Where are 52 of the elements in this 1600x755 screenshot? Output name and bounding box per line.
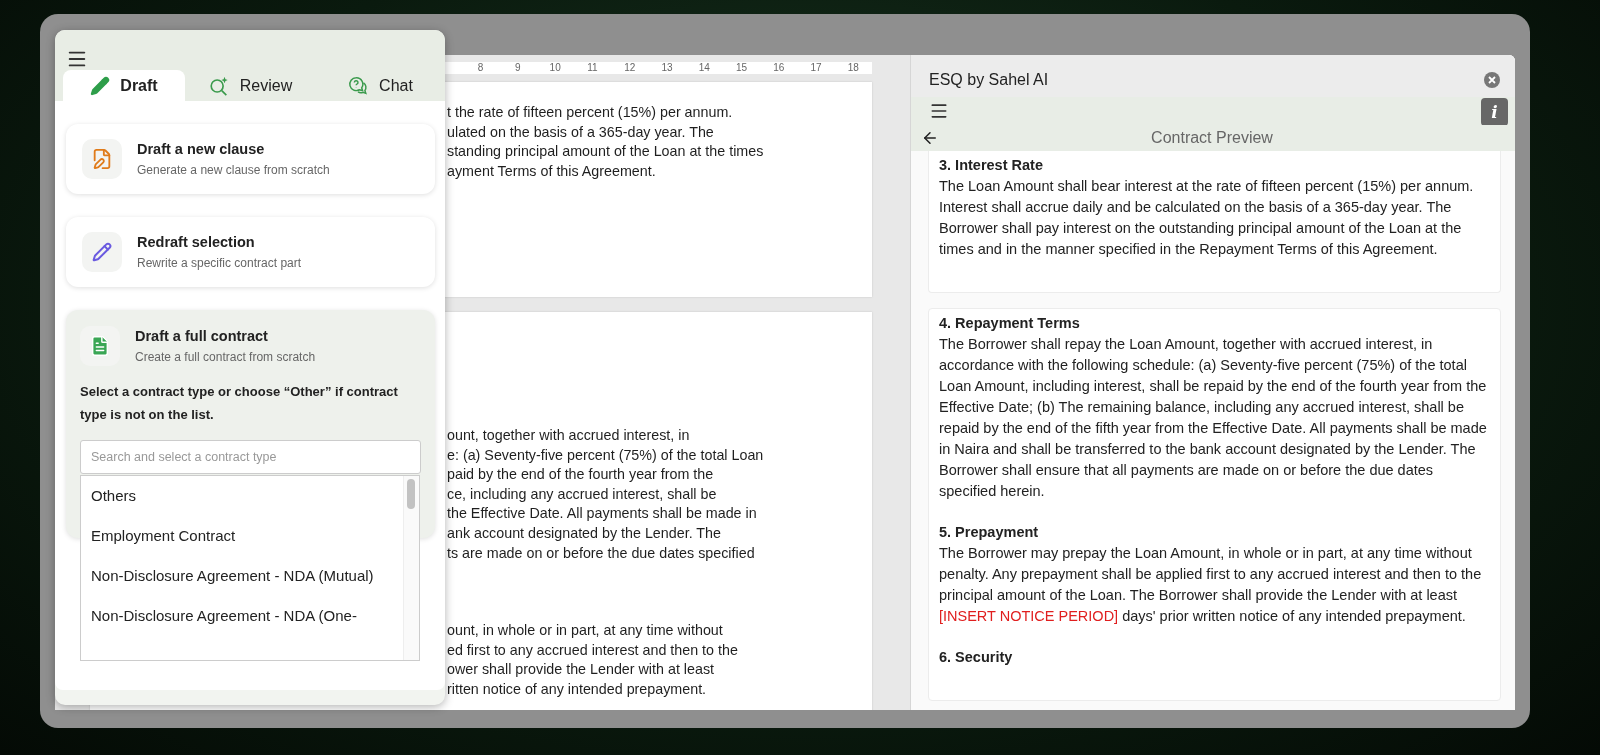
document-text-line: the Effective Date. All payments shall be made in [447, 504, 758, 524]
option-subtitle: Rewrite a specific contract part [137, 256, 302, 270]
tab[interactable]: Chat [315, 70, 445, 101]
pencil-icon [90, 75, 111, 96]
document-text-line: ount, in whole or in part, at any time without [447, 621, 724, 641]
clause-heading: 4. Repayment Terms [939, 314, 1081, 333]
tab[interactable]: Review [185, 70, 315, 101]
file-pen-icon [91, 148, 113, 170]
document-text-line: ower shall provide the Lender with at least [447, 660, 716, 680]
tab[interactable]: Draft [63, 70, 185, 101]
document-text-line: ount, together with accrued interest, in [447, 426, 691, 445]
dropdown-item[interactable]: Others [81, 476, 403, 516]
search-field[interactable]: Search and select a contract type [80, 440, 421, 474]
clause-heading: 5. Prepayment [939, 523, 1040, 542]
clause-text: The Borrower may prepay the Loan Amount, in whole or in part, at any time without penalty. Any prepayment shall be applied first to any accrued interest and then to the principal amount of the Loan. The Borrower shall provide the Lender with at least [INSERT NOTICE PERIOD] days' prior written notice of any intended prepayment. [939, 544, 1483, 626]
option-title: Draft a new clause [137, 141, 266, 157]
document-text-line: standing principal amount of the Loan at the times [447, 142, 765, 162]
clause-text: The Loan Amount shall bear interest at the rate of fifteen percent (15%) per annum. Interest shall accrue daily and be calculated on the basis of a 365-day year. The Borrower shall pay interest on the outstanding principal amount of the Loan at the times and in the manner specified in the Repayment Terms of this Agreement. [939, 177, 1475, 259]
preview-title: Contract Preview [1150, 129, 1274, 147]
scrollbar[interactable] [403, 476, 419, 660]
document-text-line: e: (a) Seventy-five percent (75%) of the total Loan [447, 445, 765, 465]
document-text-line: ce, including any accrued interest, shall be [447, 484, 718, 504]
document-text-line: t the rate of fifteen percent (15%) per annum. [447, 103, 734, 122]
document-icon [89, 335, 111, 357]
option-card[interactable]: Draft a new clause Generate a new clause from scratch [66, 124, 435, 194]
document-text-line: ritten notice of any intended prepayment. [447, 679, 708, 699]
clause-heading: 3. Interest Rate [939, 156, 1044, 175]
document-text-line: ank account designated by the Lender. The [447, 523, 722, 543]
option-subtitle: Create a full contract from scratch [135, 350, 316, 364]
chat-question-icon [347, 74, 370, 97]
dropdown-item[interactable]: Non-Disclosure Agreement - NDA (Mutual) [81, 556, 403, 596]
clause-heading: 6. Security [939, 648, 1014, 667]
option-card[interactable]: Redraft selection Rewrite a specific contract part [66, 217, 435, 287]
pane-title: ESQ by Sahel AI [929, 71, 1049, 89]
option-subtitle: Generate a new clause from scratch [137, 163, 330, 177]
instruction-text: Select a contract type or choose “Other” if contract type is not on the list. [80, 383, 399, 424]
dropdown-item[interactable]: Employment Contract [81, 516, 403, 556]
document-text-line: paid by the end of the fourth year from the [447, 465, 715, 485]
option-title: Redraft selection [137, 234, 256, 250]
option-title: Draft a full contract [135, 328, 269, 344]
clause-text: The Borrower shall repay the Loan Amount, together with accrued interest, in accordance with the following schedule: (a) Seventy-five percent (75%) of the total Loan Amount, including interest, shall be repaid by the end of the fourth year from the Effective Date; (b) The remaining balance, including any accrued interest, shall be repaid by the end of the fifth year from the Effective Date. All payments shall be made in Naira and shall be transferred to the bank account designated by the Lender. The Borrower shall ensure that all payments are made on or before the due dates specified herein. [939, 335, 1488, 501]
menu-icon[interactable] [929, 101, 949, 121]
back-icon[interactable] [921, 129, 939, 147]
close-icon[interactable] [1484, 72, 1500, 88]
document-text-line: ulated on the basis of a 365-day year. The [447, 122, 715, 142]
document-text-line: ts are made on or before the due dates specified [447, 543, 756, 563]
pencil-icon [92, 242, 112, 262]
info-button[interactable]: i [1481, 98, 1508, 126]
search-sparkle-icon [207, 74, 230, 97]
document-text-line: ayment Terms of this Agreement. [447, 161, 657, 181]
document-text-line: ed first to any accrued interest and then to the [447, 640, 739, 660]
dropdown-item[interactable]: Non-Disclosure Agreement - NDA (One- [81, 596, 403, 636]
